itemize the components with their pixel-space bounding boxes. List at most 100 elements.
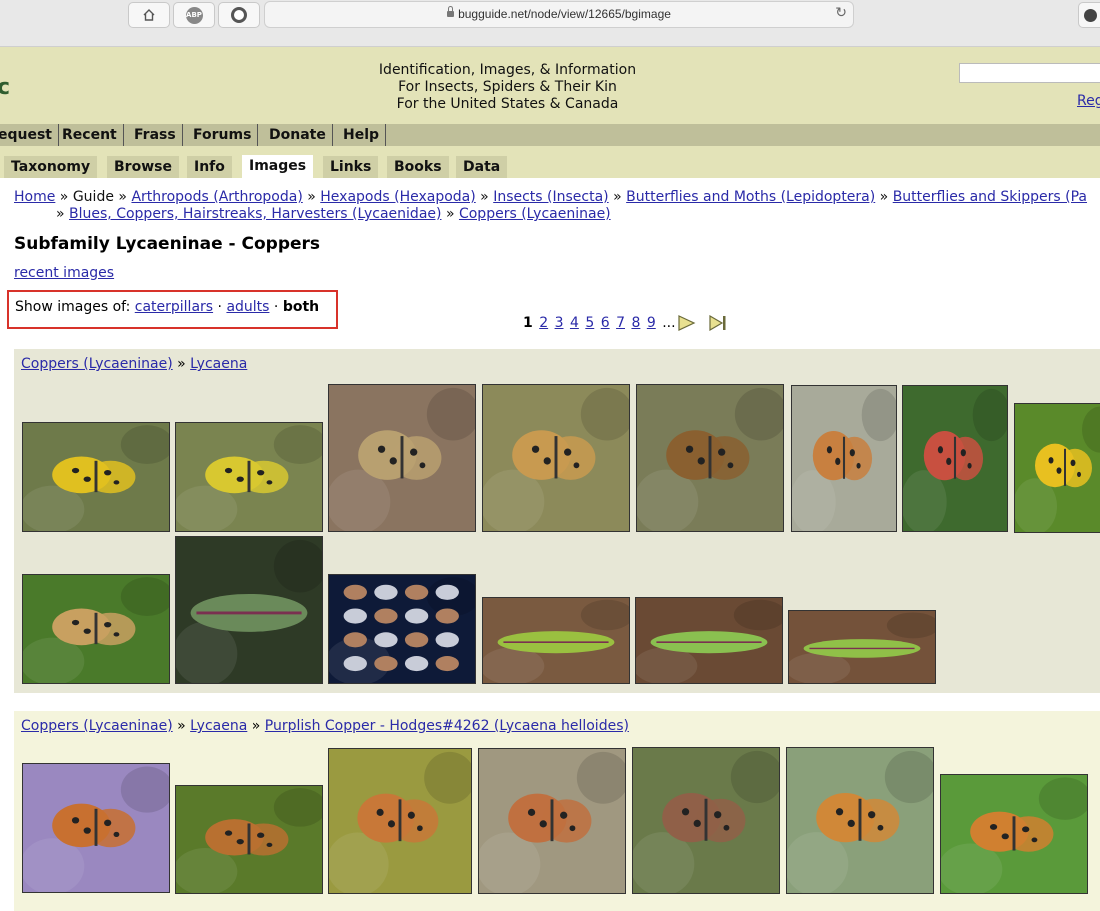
site-logo[interactable]: c [0,75,10,100]
page-link[interactable]: 6 [601,315,610,331]
home-icon [143,9,155,21]
thumbnail-link[interactable] [635,597,783,684]
breadcrumb-home[interactable]: Home [14,189,55,205]
thumbnail-link[interactable] [786,747,934,894]
next-arrow-icon[interactable] [676,315,696,331]
thumbnail-link[interactable] [175,785,323,894]
download-icon [1083,8,1097,22]
filter-label: Show images of: [15,299,131,315]
filter-adults-link[interactable]: adults [226,299,269,315]
url-text: bugguide.net/node/view/12665/bgimage [458,7,671,21]
thumbnail-link[interactable] [636,384,784,532]
thumbnail-link[interactable] [788,610,936,684]
thumbnail-link[interactable] [632,747,780,894]
thumbnail-link[interactable] [482,597,630,684]
tab-taxonomy[interactable]: Taxonomy [4,156,98,178]
thumbnail-image [1015,404,1100,532]
thumbnail-image [633,748,779,893]
thumbnail-link[interactable] [940,774,1088,894]
browser-toolbar: ABP bugguide.net/node/view/12665/bgimage… [0,0,1100,47]
image-section: Coppers (Lycaeninae) » Lycaena [14,349,1100,693]
breadcrumb-insects[interactable]: Insects (Insecta) [493,189,608,205]
last-arrow-icon[interactable] [708,315,728,331]
breadcrumb-hexapods[interactable]: Hexapods (Hexapoda) [320,189,475,205]
image-section: Coppers (Lycaeninae) » Lycaena » Purplis… [14,711,1100,911]
section-crumb-link[interactable]: Coppers (Lycaeninae) [21,718,173,734]
reload-icon[interactable]: ↻ [835,5,847,21]
thumbnail-image [637,385,783,531]
pagination: 1 2 3 4 5 6 7 8 9 ... [523,315,678,331]
section-crumb-link[interactable]: Lycaena [190,356,247,372]
topnav-frass[interactable]: Frass [134,124,183,146]
address-bar[interactable]: bugguide.net/node/view/12665/bgimage ↻ [264,1,854,28]
breadcrumb-arthropods[interactable]: Arthropods (Arthropoda) [131,189,302,205]
breadcrumb: Home » Guide » Arthropods (Arthropoda) »… [14,189,1088,222]
section-breadcrumb: Coppers (Lycaeninae) » Lycaena » Purplis… [21,718,629,734]
tagline-line: Identification, Images, & Information [378,62,637,78]
filter-both-current: both [282,299,320,315]
page-link[interactable]: 4 [570,315,579,331]
tab-browse[interactable]: Browse [107,156,179,178]
top-navigation: equest Recent Frass Forums Donate Help [0,124,1100,146]
section-crumb-link[interactable]: Coppers (Lycaeninae) [21,356,173,372]
thumbnail-link[interactable] [328,748,472,894]
breadcrumb-lycaenidae[interactable]: Blues, Coppers, Hairstreaks, Harvesters … [69,206,441,222]
tab-info[interactable]: Info [187,156,232,178]
section-breadcrumb: Coppers (Lycaeninae) » Lycaena [21,356,248,372]
register-link[interactable]: Reg [1077,93,1100,109]
tab-data[interactable]: Data [456,156,508,178]
thumbnail-image [176,423,322,531]
topnav-forums[interactable]: Forums [193,124,259,146]
page-link[interactable]: 8 [631,315,640,331]
tab-images[interactable]: Images [242,155,314,178]
thumbnail-link[interactable] [478,748,626,894]
thumbnail-image [636,598,782,683]
tagline-line: For the United States & Canada [396,96,619,112]
section-crumb-link[interactable]: Purplish Copper - Hodges#4262 (Lycaena h… [265,718,629,734]
breadcrumb-butterflies-skippers[interactable]: Butterflies and Skippers (Pa [893,189,1087,205]
section-crumb-link[interactable]: Lycaena [190,718,247,734]
thumbnail-link[interactable] [902,385,1008,532]
page-title: Subfamily Lycaeninae - Coppers [14,234,321,254]
tagline-line: For Insects, Spiders & Their Kin [398,79,617,95]
page-ellipsis: ... [662,315,676,331]
extension-button[interactable] [218,2,260,28]
topnav-help[interactable]: Help [343,124,387,146]
thumbnail-link[interactable] [328,574,476,684]
thumbnail-image [329,575,475,683]
thumbnail-image [787,748,933,893]
topnav-recent[interactable]: Recent [62,124,124,146]
thumbnail-link[interactable] [1014,403,1100,533]
thumbnail-image [23,764,169,892]
page-link[interactable]: 3 [555,315,564,331]
home-button[interactable] [128,2,170,28]
tab-links[interactable]: Links [323,156,379,178]
recent-images-link[interactable]: recent images [14,265,114,281]
thumbnail-image [483,598,629,683]
thumbnail-link[interactable] [791,385,897,532]
thumbnail-link[interactable] [22,763,170,893]
breadcrumb-lycaeninae[interactable]: Coppers (Lycaeninae) [459,206,611,222]
thumbnail-link[interactable] [328,384,476,532]
thumbnail-link[interactable] [482,384,630,532]
thumbnail-link[interactable] [22,574,170,684]
page-link[interactable]: 9 [647,315,656,331]
page-link[interactable]: 5 [585,315,594,331]
search-input[interactable] [959,63,1100,83]
downloads-button[interactable] [1078,2,1100,28]
topnav-donate[interactable]: Donate [269,124,333,146]
thumbnail-link[interactable] [175,536,323,684]
page-link[interactable]: 7 [616,315,625,331]
breadcrumb-lepidoptera[interactable]: Butterflies and Moths (Lepidoptera) [626,189,875,205]
adblock-button[interactable]: ABP [173,2,215,28]
filter-caterpillars-link[interactable]: caterpillars [135,299,213,315]
page-link[interactable]: 2 [539,315,548,331]
thumbnail-link[interactable] [22,422,170,532]
thumbnail-image [903,386,1007,531]
thumbnail-image [176,537,322,683]
tab-books[interactable]: Books [387,156,449,178]
thumbnail-link[interactable] [175,422,323,532]
topnav-request[interactable]: equest [0,124,60,146]
breadcrumb-guide: Guide [72,189,114,205]
site-header: c Identification, Images, & Information … [0,47,1100,124]
